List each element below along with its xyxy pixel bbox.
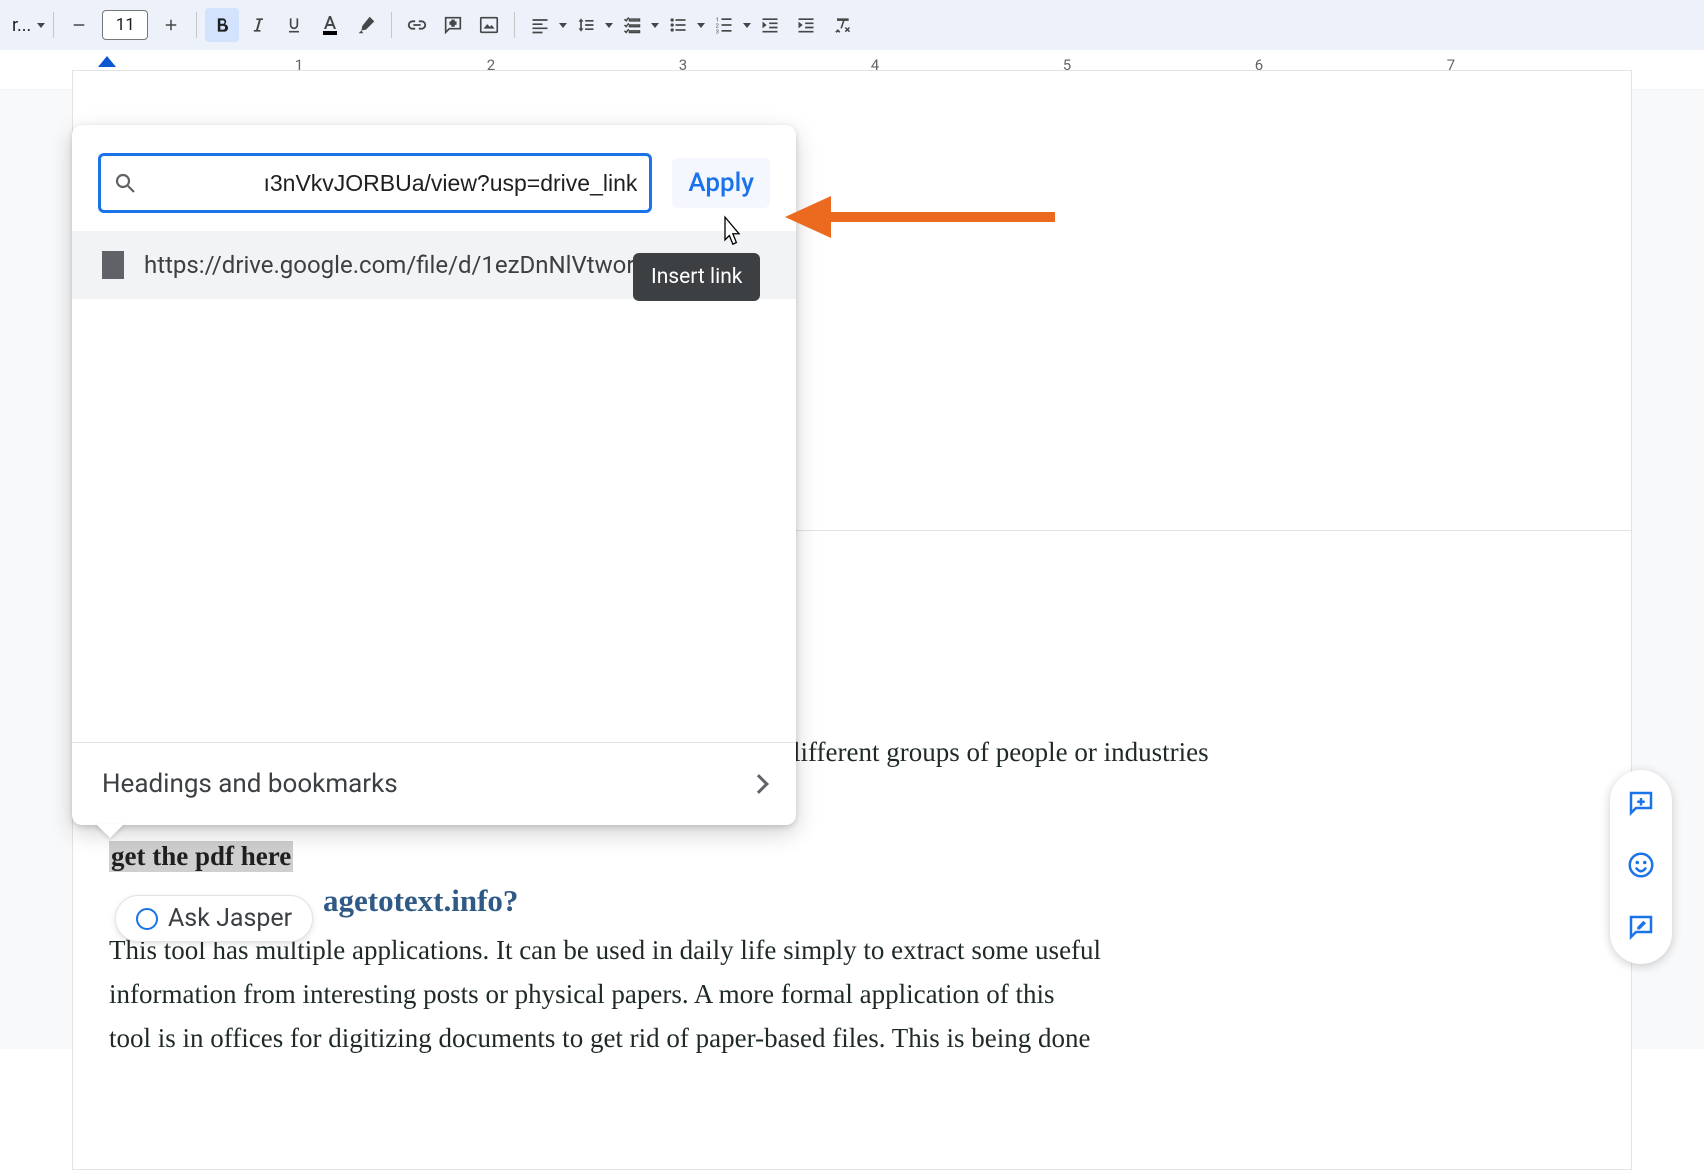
separator — [514, 12, 515, 38]
link-search-box[interactable] — [98, 153, 652, 213]
apply-button[interactable]: Apply — [672, 158, 770, 208]
heading-partial: agetotext.info? — [323, 883, 518, 919]
line-spacing-dropdown[interactable] — [569, 8, 613, 42]
clear-formatting-button[interactable] — [825, 8, 859, 42]
align-dropdown[interactable] — [523, 8, 567, 42]
paragraph-style-dropdown[interactable]: r... — [8, 15, 45, 36]
paragraph-line: tool is in offices for digitizing docume… — [109, 1017, 1091, 1061]
ask-jasper-chip[interactable]: Ask Jasper — [115, 895, 313, 942]
side-tools — [1610, 770, 1672, 964]
caret-down-icon — [743, 23, 751, 28]
caret-down-icon — [651, 23, 659, 28]
jasper-icon — [136, 908, 158, 930]
dialog-pointer — [96, 824, 124, 838]
font-size-control: 11 — [62, 8, 188, 42]
checklist-dropdown[interactable] — [615, 8, 659, 42]
tooltip-text: Insert link — [651, 265, 742, 289]
insert-link-button[interactable] — [400, 8, 434, 42]
font-size-input[interactable]: 11 — [102, 10, 148, 40]
decrease-font-button[interactable] — [62, 8, 96, 42]
highlight-color-button[interactable] — [349, 8, 383, 42]
emoji-reaction-button[interactable] — [1626, 850, 1656, 884]
insert-link-dialog: Apply https://drive.google.com/file/d/1e… — [72, 125, 796, 825]
link-url-input[interactable] — [147, 170, 637, 197]
paragraph-partial: lifferent groups of people or industries — [793, 731, 1209, 775]
caret-down-icon — [37, 23, 45, 28]
caret-down-icon — [559, 23, 567, 28]
bulleted-list-dropdown[interactable] — [661, 8, 705, 42]
suggestion-url: https://drive.google.com/file/d/1ezDnNlV… — [144, 251, 703, 279]
insert-image-button[interactable] — [472, 8, 506, 42]
first-line-indent-marker[interactable] — [98, 56, 116, 67]
file-icon — [102, 251, 124, 279]
annotation-arrow-icon — [785, 192, 1055, 242]
caret-down-icon — [605, 23, 613, 28]
add-comment-button[interactable] — [436, 8, 470, 42]
separator — [391, 12, 392, 38]
paragraph-style-label: r... — [8, 15, 35, 36]
text-color-button[interactable] — [313, 8, 347, 42]
caret-down-icon — [697, 23, 705, 28]
tooltip: Insert link — [633, 253, 760, 301]
selected-text[interactable]: get the pdf here — [109, 841, 293, 872]
cursor-icon — [718, 215, 746, 249]
search-icon — [113, 171, 137, 195]
increase-font-button[interactable] — [154, 8, 188, 42]
paragraph-line: information from interesting posts or ph… — [109, 973, 1055, 1017]
toolbar: r... 11 — [0, 0, 1704, 50]
bold-button[interactable] — [205, 8, 239, 42]
add-comment-side-button[interactable] — [1626, 788, 1656, 822]
ask-jasper-label: Ask Jasper — [168, 904, 292, 933]
separator — [196, 12, 197, 38]
svg-text:3: 3 — [716, 29, 719, 35]
underline-button[interactable] — [277, 8, 311, 42]
separator — [53, 12, 54, 38]
headings-bookmarks-label: Headings and bookmarks — [102, 769, 398, 799]
increase-indent-button[interactable] — [789, 8, 823, 42]
chevron-right-icon — [749, 774, 769, 794]
headings-bookmarks-row[interactable]: Headings and bookmarks — [72, 742, 796, 825]
italic-button[interactable] — [241, 8, 275, 42]
suggest-edits-button[interactable] — [1626, 912, 1656, 946]
numbered-list-dropdown[interactable]: 123 — [707, 8, 751, 42]
decrease-indent-button[interactable] — [753, 8, 787, 42]
